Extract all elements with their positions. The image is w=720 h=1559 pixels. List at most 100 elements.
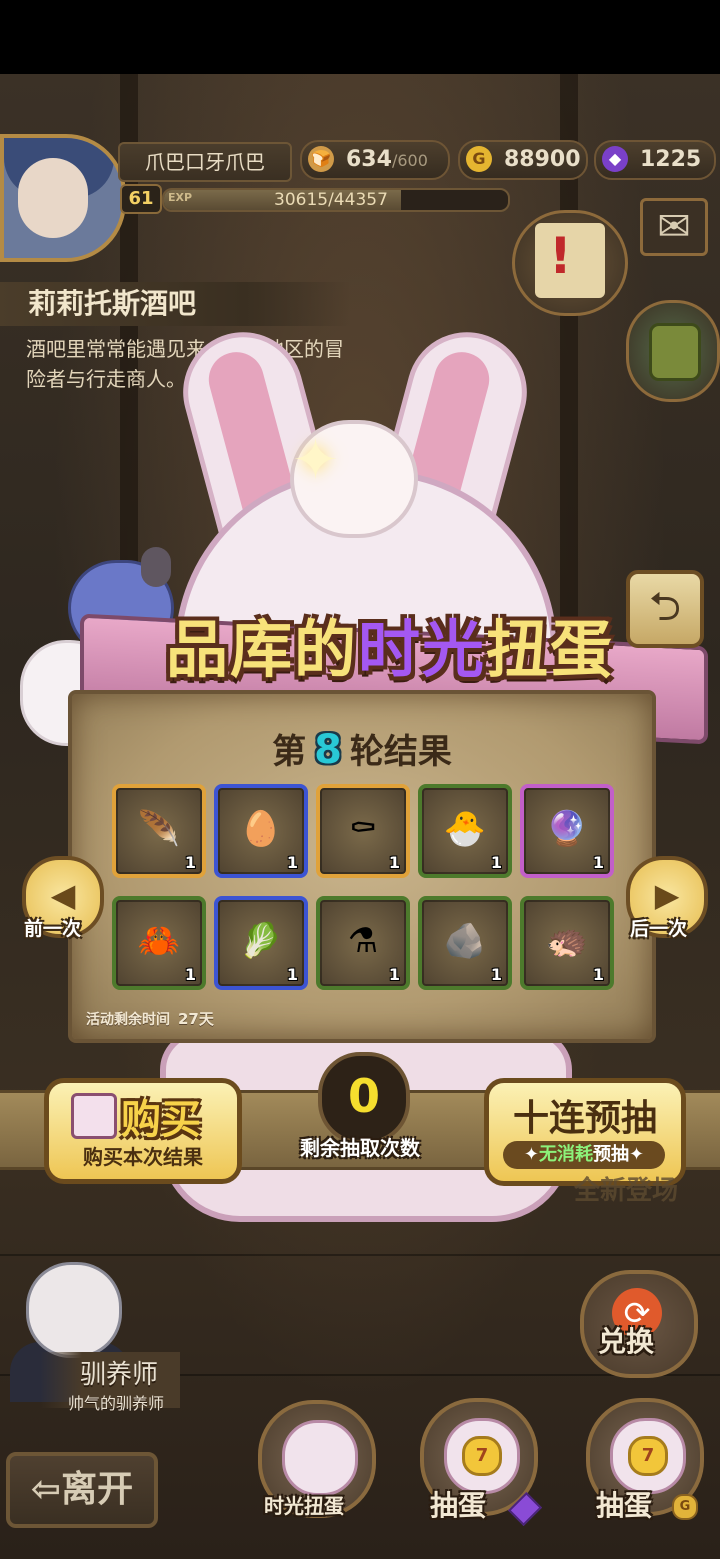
cactus-cabbage-icon: 🥬 (239, 921, 283, 961)
gold-counter[interactable]: G 88900 (458, 140, 588, 180)
result-slot[interactable]: 🦀 1 (112, 896, 206, 990)
time-left-label: 活动剩余时间 (86, 1012, 170, 1028)
stamina-max: /600 (391, 151, 428, 170)
item-quantity: 1 (490, 965, 502, 984)
location-title: 莉莉托斯酒吧 (0, 282, 350, 326)
result-slot[interactable]: 🥬 1 (214, 896, 308, 990)
round-title: 第 8 轮结果 (72, 724, 652, 773)
banner-title-part2: 扭蛋 (486, 613, 615, 686)
preview-label: 预抽 (593, 1144, 629, 1165)
round-suffix: 轮结果 (349, 732, 452, 772)
item-quantity: 1 (286, 853, 298, 872)
item-quantity: 1 (592, 965, 604, 984)
result-slot[interactable]: 🦔 1 (520, 896, 614, 990)
result-slot[interactable]: 🪨 1 (418, 896, 512, 990)
gem-draw-label: 抽蛋 (430, 1489, 487, 1522)
gem-value: 1225 (640, 147, 702, 172)
trainer-name: 驯养师 (80, 1360, 159, 1390)
banner-title-part1: 品库的 (165, 613, 358, 686)
round-number: 8 (314, 727, 342, 773)
stamina-counter[interactable]: 🍞 634/600 (300, 140, 450, 180)
buy-sublabel: 购买本次结果 (83, 1145, 203, 1169)
results-panel: 第 8 轮结果 🪶 1 🥚 1 ⚰ 1 🐣 1 🔮 1 🦀 1 🥬 1 ⚗ 1 🪨 1 🦔 1 活动剩余时间 27天 (68, 690, 656, 1043)
mail-button[interactable]: ✉ (640, 198, 708, 256)
banner-title-highlight: 时光 (357, 613, 486, 686)
item-quantity: 1 (286, 965, 298, 984)
gold-coin-icon: G (466, 146, 492, 172)
leave-label: 离开 (61, 1469, 134, 1510)
result-slot[interactable]: 🐣 1 (418, 784, 512, 878)
exchange-label: 兑换 (598, 1325, 655, 1358)
sparkle-icon: ✦ (523, 1144, 539, 1165)
exp-tag: EXP (168, 191, 193, 204)
item-quantity: 1 (592, 853, 604, 872)
feather-bundle-icon: 🪶 (137, 809, 181, 849)
time-gacha-label: 时光扭蛋 (264, 1494, 344, 1518)
location-desc-line1: 酒吧里常常能遇见来 (26, 337, 206, 361)
sparkle-icon: ✦ (629, 1144, 645, 1165)
player-avatar[interactable] (0, 134, 126, 262)
result-slot[interactable]: 🪶 1 (112, 784, 206, 878)
potion-flask-icon: ⚗ (347, 921, 379, 961)
location-desc-line2: 险者与行走商人。 (26, 367, 186, 391)
return-button[interactable]: ⮌ (626, 570, 704, 648)
lucky-coin-icon: 7 (462, 1436, 502, 1476)
exp-text: 30615/44357 (274, 190, 388, 210)
return-arrow-icon: ⮌ (648, 584, 682, 630)
buy-result-button[interactable]: 购买 购买本次结果 (44, 1078, 242, 1184)
next-round-label: 后一次 (630, 918, 688, 940)
result-slot[interactable]: 🔮 1 (520, 784, 614, 878)
bunny-badge-icon (71, 1093, 117, 1139)
buy-label: 购买 (121, 1097, 201, 1143)
result-slot[interactable]: ⚰ 1 (316, 784, 410, 878)
ten-pull-sublabel: ✦无消耗预抽✦ (503, 1141, 665, 1169)
coffin-icon: ⚰ (348, 809, 378, 849)
crab-icon: 🦀 (137, 921, 181, 961)
stamina-value: 634 (346, 147, 392, 172)
banner-title: 品库的时光扭蛋 (110, 600, 670, 700)
cracked-egg-nest-icon: 🐣 (443, 809, 487, 849)
gold-value: 88900 (504, 147, 581, 172)
envelope-icon: ✉ (657, 204, 691, 250)
floor-plank (0, 1254, 720, 1256)
time-left-value: 27天 (178, 1010, 214, 1028)
trainer-subtitle: 帅气的驯养师 (68, 1394, 165, 1413)
quest-scroll-button[interactable]: ! (512, 210, 628, 316)
item-quantity: 1 (388, 965, 400, 984)
backpack-button[interactable] (626, 300, 720, 402)
arrow-left-icon: ⇦ (30, 1469, 62, 1510)
backpack-icon (649, 323, 701, 381)
avatar-face (18, 158, 88, 238)
ten-pull-label: 十连预抽 (512, 1098, 657, 1139)
player-level: 61 (120, 184, 162, 214)
horn-icon (141, 547, 171, 587)
event-time-left: 活动剩余时间 27天 (86, 1008, 214, 1029)
player-name: 爪巴口牙爪巴 (118, 142, 292, 182)
purple-gem-icon: ◆ (602, 146, 628, 172)
item-quantity: 1 (490, 853, 502, 872)
green-egg-icon: 🥚 (239, 809, 283, 849)
item-quantity: 1 (184, 965, 196, 984)
exclamation-icon: ! (549, 227, 572, 285)
trainer-head (26, 1262, 122, 1358)
triangle-right-icon: ▶ (654, 876, 680, 914)
round-prefix: 第 (272, 732, 307, 772)
item-quantity: 1 (184, 853, 196, 872)
gold-coin-icon: G (672, 1494, 698, 1520)
remaining-draws-label: 剩余抽取次数 (300, 1136, 420, 1160)
result-slot[interactable]: ⚗ 1 (316, 896, 410, 990)
sparkle-icon: ✦ (292, 428, 339, 493)
result-slot[interactable]: 🥚 1 (214, 784, 308, 878)
leave-button[interactable]: ⇦离开 (6, 1452, 158, 1528)
hair-wig-icon: 🦔 (545, 921, 589, 961)
remaining-draws-count: 0 (318, 1052, 410, 1144)
crystal-egg-icon: 🔮 (545, 809, 589, 849)
prev-round-label: 前一次 (24, 918, 82, 940)
bunny-capsule-icon (282, 1420, 358, 1496)
new-arrival-tag: 全新登场 (574, 1176, 679, 1206)
item-quantity: 1 (388, 853, 400, 872)
gem-counter[interactable]: ◆ 1225 (594, 140, 716, 180)
stone-egg-icon: 🪨 (443, 921, 487, 961)
gold-draw-label: 抽蛋 (596, 1489, 653, 1522)
triangle-left-icon: ◀ (50, 876, 76, 914)
